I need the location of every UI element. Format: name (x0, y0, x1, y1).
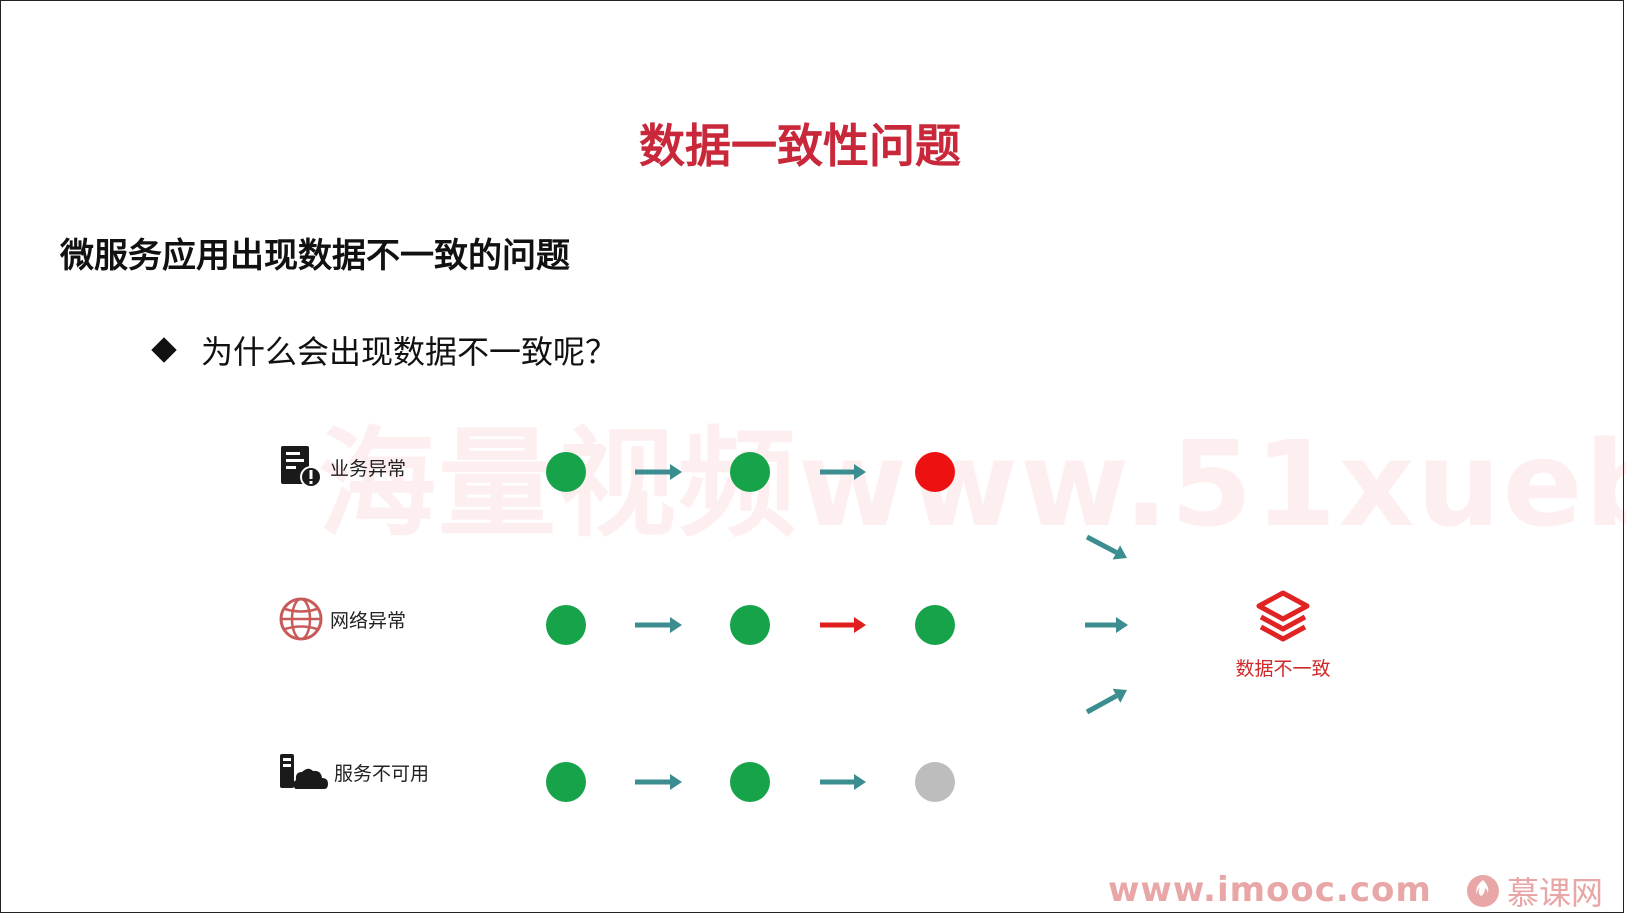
layers-icon (1255, 590, 1311, 646)
flow-arrow-normal (635, 464, 682, 480)
brand-logo: 慕课网 (1465, 868, 1603, 914)
brand-url: www.imooc.com (1108, 870, 1432, 910)
flow-arrow-normal (820, 774, 866, 790)
node-dot-ok (546, 605, 586, 645)
converge-arrow-straight (1085, 617, 1128, 633)
converge-arrow-up (1085, 688, 1127, 715)
result-block: 数据不一致 (1228, 590, 1338, 681)
flow-arrow-normal (635, 617, 682, 633)
node-dot-unavailable (915, 762, 955, 802)
brand-logo-text: 慕课网 (1507, 874, 1604, 912)
flow-arrow-normal (820, 464, 866, 480)
node-dot-ok (546, 762, 586, 802)
flow-diagram (546, 452, 1128, 802)
node-dot-error (915, 452, 955, 492)
node-dot-ok (730, 605, 770, 645)
flow-arrow-normal (635, 774, 682, 790)
node-dot-ok (915, 605, 955, 645)
result-label: 数据不一致 (1235, 658, 1331, 680)
converge-arrow-down (1085, 534, 1127, 560)
node-dot-ok (730, 762, 770, 802)
flame-logo-icon (1465, 873, 1501, 909)
flow-arrow-failed (820, 617, 866, 633)
node-dot-ok (730, 452, 770, 492)
node-dot-ok (546, 452, 586, 492)
